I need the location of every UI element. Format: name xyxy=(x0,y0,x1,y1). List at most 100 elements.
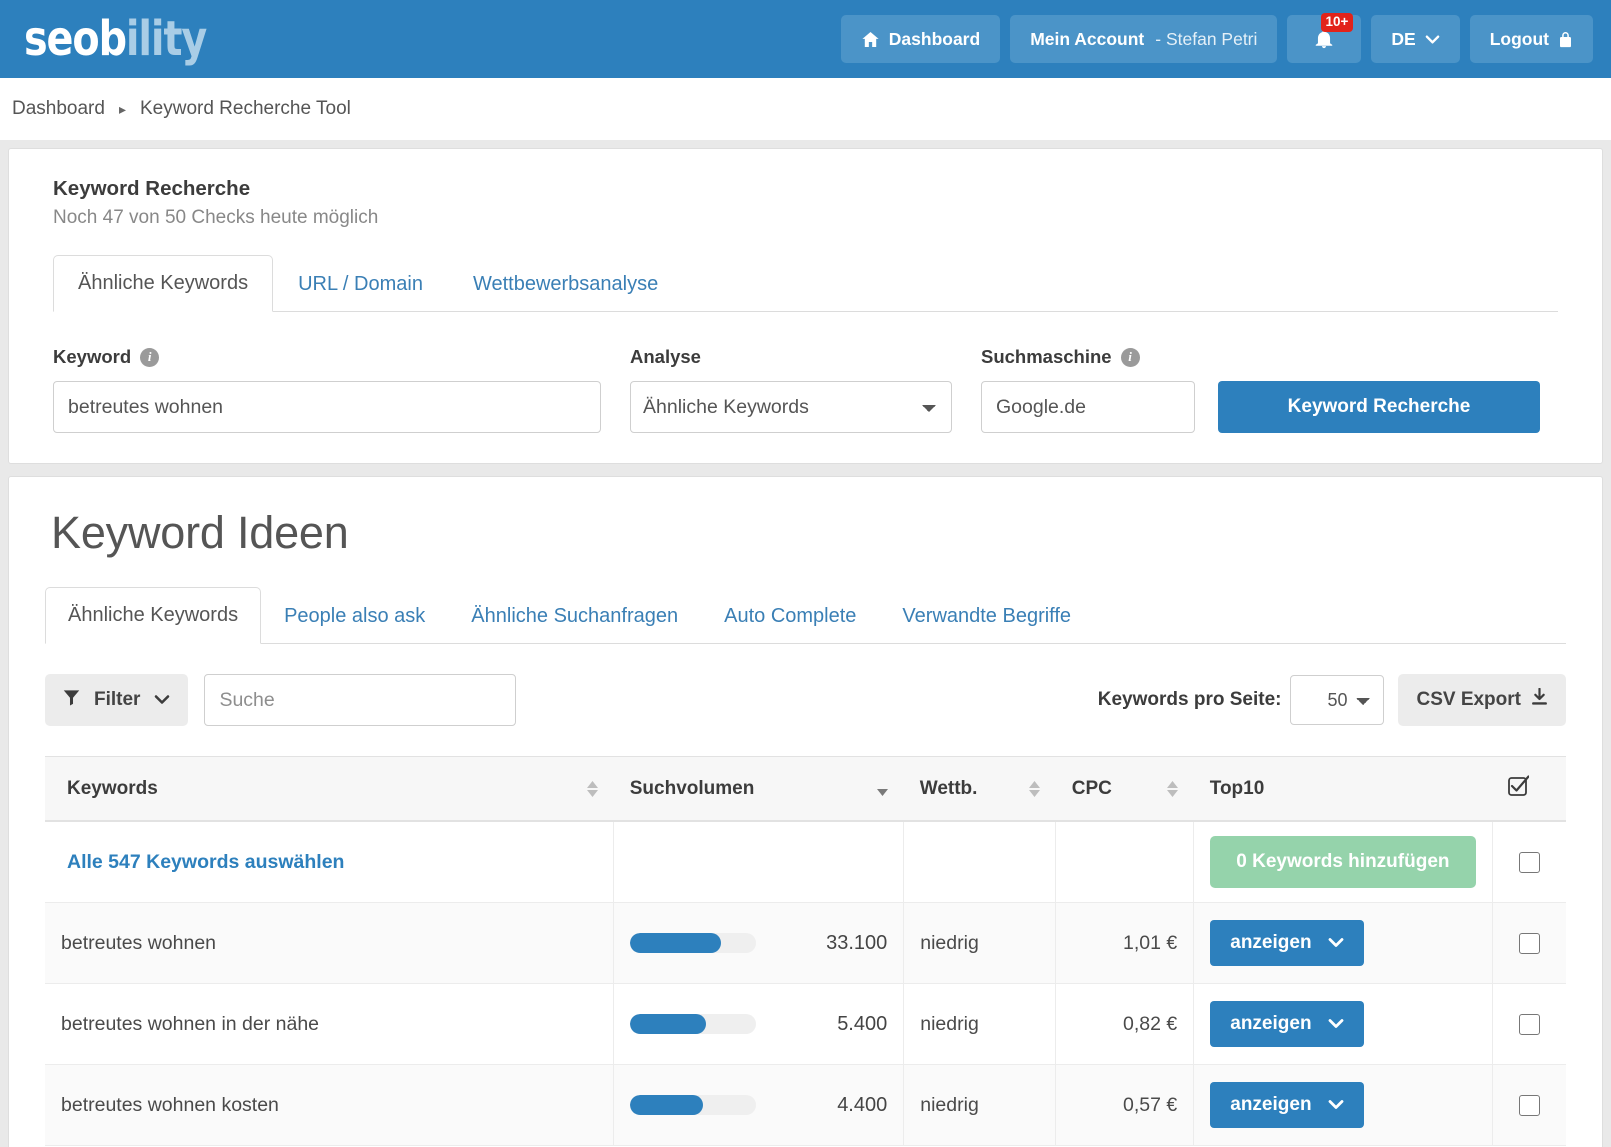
volume-value: 5.400 xyxy=(837,1012,888,1035)
keyword-research-submit-button[interactable]: Keyword Recherche xyxy=(1218,381,1540,433)
table-row: betreutes wohnen kosten 4.400 niedrig 0,… xyxy=(45,1064,1566,1146)
show-top10-button[interactable]: anzeigen xyxy=(1210,1001,1364,1047)
show-top10-label: anzeigen xyxy=(1230,932,1312,953)
tab-aehnliche-keywords[interactable]: Ähnliche Keywords xyxy=(53,255,274,312)
select-all-keywords-link[interactable]: Alle 547 Keywords auswählen xyxy=(67,851,344,873)
volume-bar xyxy=(630,933,757,953)
breadcrumb: Dashboard ▸ Keyword Recherche Tool xyxy=(0,78,1611,140)
column-header-suchvolumen[interactable]: Suchvolumen xyxy=(613,756,904,822)
dashboard-label: Dashboard xyxy=(888,28,981,49)
row-checkbox[interactable] xyxy=(1518,1013,1540,1035)
row-top10-cell: anzeigen xyxy=(1193,983,1492,1065)
info-icon[interactable]: i xyxy=(1120,347,1140,367)
keyword-field-group: Keyword i xyxy=(53,346,601,433)
language-label: DE xyxy=(1391,28,1416,49)
row-checkbox[interactable] xyxy=(1518,932,1540,954)
top-navigation-bar: seobility Dashboard Mein Account - Stefa… xyxy=(0,0,1611,78)
account-username: - Stefan Petri xyxy=(1155,28,1258,49)
show-top10-button[interactable]: anzeigen xyxy=(1210,1082,1364,1128)
row-competition: niedrig xyxy=(903,983,1056,1065)
suchmaschine-label: Suchmaschine xyxy=(981,346,1112,367)
account-label: Mein Account xyxy=(1030,28,1145,49)
keyword-input[interactable] xyxy=(53,381,601,433)
show-top10-button[interactable]: anzeigen xyxy=(1210,920,1364,966)
table-body: Alle 547 Keywords auswählen 0 Keywords h… xyxy=(45,821,1566,1146)
column-label-top10: Top10 xyxy=(1209,777,1265,799)
row-search-volume: 33.100 xyxy=(613,902,904,984)
notifications-button[interactable]: 10+ xyxy=(1287,13,1362,63)
analyse-select[interactable]: Ähnliche Keywords xyxy=(630,381,952,433)
column-header-cpc[interactable]: CPC xyxy=(1055,756,1194,822)
select-all-checkbox-cell xyxy=(1491,821,1566,903)
keyword-research-card: Keyword Recherche Noch 47 von 50 Checks … xyxy=(8,148,1603,464)
dashboard-button[interactable]: Dashboard xyxy=(840,15,1001,63)
ideas-tabs: Ähnliche Keywords People also ask Ähnlic… xyxy=(45,587,1566,644)
row-competition: niedrig xyxy=(903,1064,1056,1146)
select-all-cell: Alle 547 Keywords auswählen xyxy=(45,821,614,903)
header-nav: Dashboard Mein Account - Stefan Petri 10… xyxy=(840,13,1593,63)
show-top10-label: anzeigen xyxy=(1230,1013,1312,1034)
sort-toggle-keywords[interactable] xyxy=(573,780,598,797)
language-selector[interactable]: DE xyxy=(1371,15,1460,63)
suchmaschine-input[interactable] xyxy=(981,381,1195,433)
sort-toggle-suchvolumen[interactable] xyxy=(863,782,888,796)
chevron-down-icon xyxy=(154,689,170,711)
tab-wettbewerbsanalyse[interactable]: Wettbewerbsanalyse xyxy=(448,256,683,312)
filter-button[interactable]: Filter xyxy=(45,674,189,726)
tab-ideas-people-also-ask[interactable]: People also ask xyxy=(261,588,448,644)
row-checkbox[interactable] xyxy=(1518,1094,1540,1116)
row-keyword: betreutes wohnen kosten xyxy=(45,1064,614,1146)
select-all-checkbox-icon[interactable] xyxy=(1508,775,1529,796)
account-button[interactable]: Mein Account - Stefan Petri xyxy=(1010,15,1278,63)
row-keyword: betreutes wohnen in der nähe xyxy=(45,983,614,1065)
volume-bar xyxy=(630,1095,757,1115)
sort-toggle-wettbewerb[interactable] xyxy=(1015,780,1040,797)
lock-icon xyxy=(1558,30,1573,49)
filter-funnel-icon xyxy=(63,689,80,712)
keywords-per-page-label: Keywords pro Seite: xyxy=(1097,689,1282,710)
csv-export-label: CSV Export xyxy=(1416,689,1521,710)
analyse-label: Analyse xyxy=(630,346,701,367)
row-cpc: 0,57 € xyxy=(1055,1064,1194,1146)
logout-label: Logout xyxy=(1489,28,1549,49)
tab-ideas-aehnliche-suchanfragen[interactable]: Ähnliche Suchanfragen xyxy=(448,588,701,644)
select-all-row-checkbox[interactable] xyxy=(1518,851,1540,873)
row-search-volume: 5.400 xyxy=(613,983,904,1065)
breadcrumb-item-current[interactable]: Keyword Recherche Tool xyxy=(140,98,351,120)
column-header-keywords[interactable]: Keywords xyxy=(45,756,614,822)
tab-url-domain[interactable]: URL / Domain xyxy=(273,256,448,312)
tab-ideas-verwandte-begriffe[interactable]: Verwandte Begriffe xyxy=(879,588,1094,644)
row-checkbox-cell xyxy=(1491,1064,1566,1146)
logo-text-accent: ility xyxy=(125,11,207,67)
row-top10-cell: anzeigen xyxy=(1193,1064,1492,1146)
csv-export-button[interactable]: CSV Export xyxy=(1398,674,1566,726)
tab-ideas-aehnliche-keywords[interactable]: Ähnliche Keywords xyxy=(45,587,262,644)
sort-toggle-cpc[interactable] xyxy=(1153,780,1178,797)
page-content: Keyword Recherche Noch 47 von 50 Checks … xyxy=(0,140,1611,1147)
table-toolbar: Filter Keywords pro Seite: 50 CSV Export xyxy=(45,674,1566,726)
search-form: Keyword i Analyse Ähnliche Keywords Such… xyxy=(53,346,1558,433)
chevron-down-icon xyxy=(1328,932,1344,954)
search-input[interactable] xyxy=(204,674,517,726)
chevron-down-icon xyxy=(1328,1094,1344,1116)
card-subtitle: Noch 47 von 50 Checks heute möglich xyxy=(53,207,379,228)
seobility-logo[interactable]: seobility xyxy=(24,15,207,63)
add-keywords-button[interactable]: 0 Keywords hinzufügen xyxy=(1210,836,1476,888)
row-cpc: 1,01 € xyxy=(1055,902,1194,984)
volume-value: 33.100 xyxy=(826,931,888,954)
row-competition: niedrig xyxy=(903,902,1056,984)
info-icon[interactable]: i xyxy=(140,347,160,367)
filter-label: Filter xyxy=(94,689,141,710)
tab-ideas-auto-complete[interactable]: Auto Complete xyxy=(701,588,879,644)
logout-button[interactable]: Logout xyxy=(1469,15,1593,63)
toolbar-right-group: Keywords pro Seite: 50 CSV Export xyxy=(1098,674,1566,726)
keywords-per-page-select[interactable]: 50 xyxy=(1290,675,1385,725)
column-header-wettbewerb[interactable]: Wettb. xyxy=(903,756,1056,822)
breadcrumb-item-dashboard[interactable]: Dashboard xyxy=(12,98,105,120)
keyword-label: Keyword xyxy=(53,346,132,367)
chevron-down-icon xyxy=(1425,34,1440,45)
column-header-select-all[interactable] xyxy=(1492,756,1566,822)
table-header: Keywords Suchvolumen Wettb. CPC Top10 xyxy=(45,756,1566,822)
analyse-field-group: Analyse Ähnliche Keywords xyxy=(630,346,952,433)
column-label-cpc: CPC xyxy=(1071,777,1112,799)
